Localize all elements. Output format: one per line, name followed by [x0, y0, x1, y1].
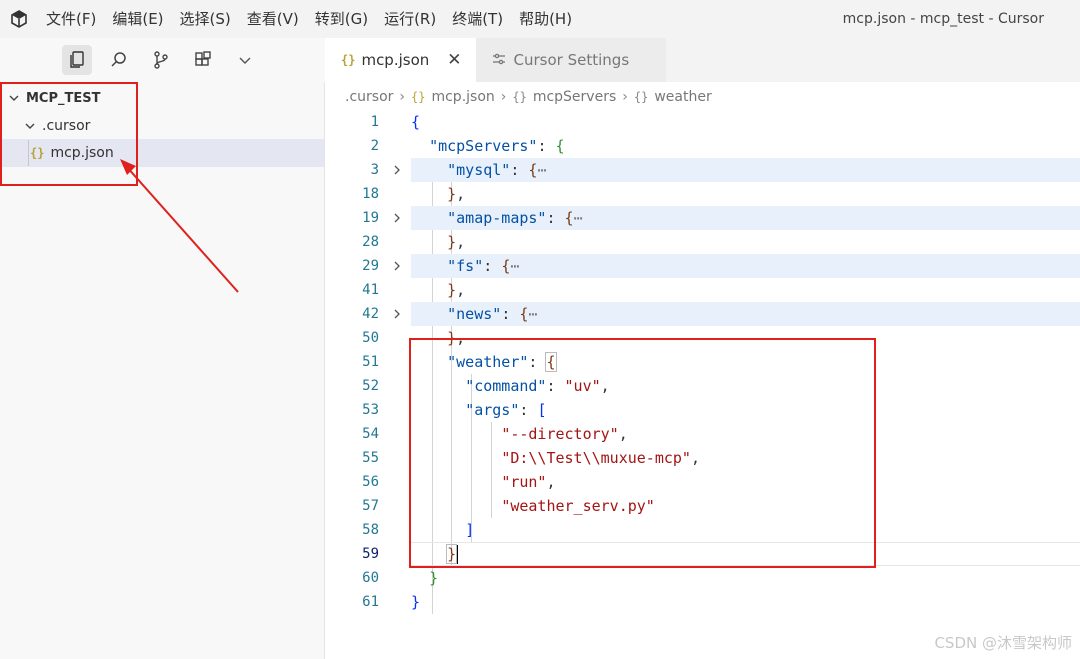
annotation-arrow-icon: [120, 159, 239, 293]
watermark: CSDN @沐雪架构师: [934, 634, 1072, 652]
